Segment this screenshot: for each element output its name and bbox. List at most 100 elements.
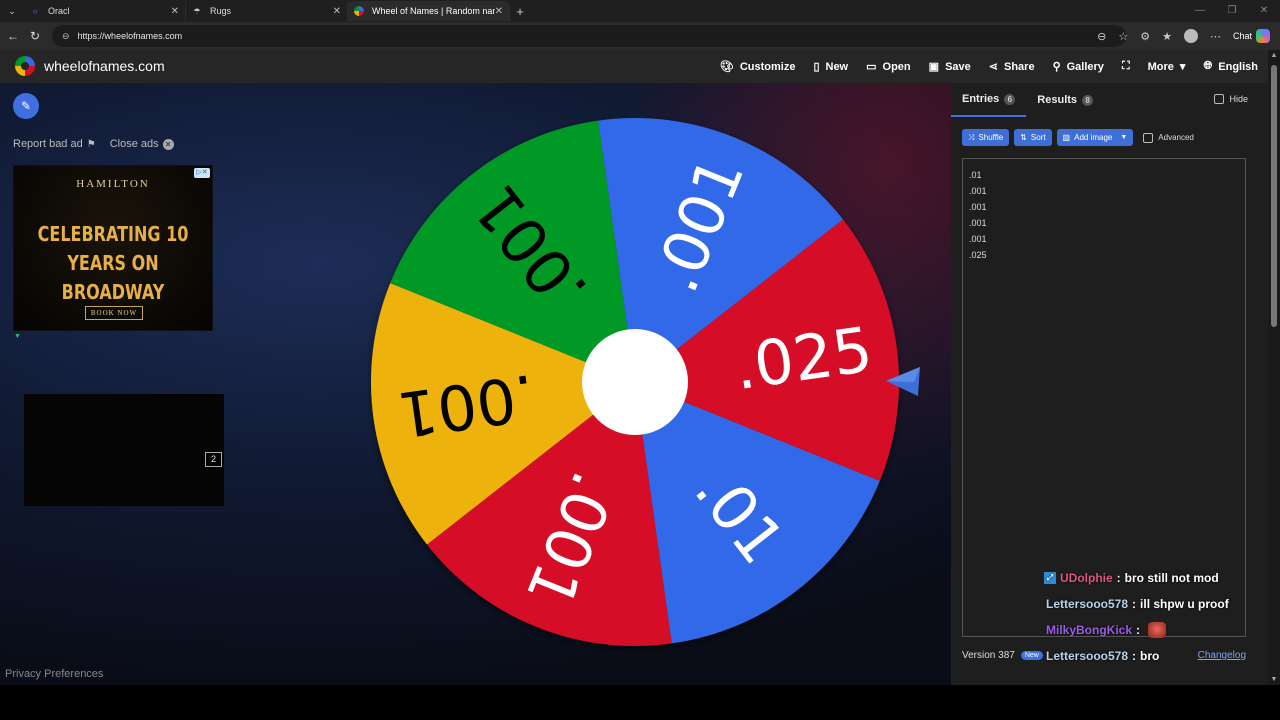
- chat-text: bro still not mod: [1124, 571, 1219, 585]
- more-button[interactable]: More ▾: [1148, 60, 1186, 74]
- close-tab-icon[interactable]: ✕: [495, 6, 503, 17]
- favorites-icon[interactable]: ★: [1162, 30, 1172, 43]
- open-button[interactable]: ▭ Open: [866, 60, 911, 74]
- site-name[interactable]: wheelofnames.com: [44, 58, 165, 74]
- gallery-button[interactable]: ⚲ Gallery: [1052, 60, 1104, 74]
- back-arrow-icon[interactable]: ←: [2, 29, 24, 43]
- browser-tab-rugs[interactable]: ☂ Rugs ✕: [186, 1, 348, 21]
- checkbox-icon[interactable]: [1214, 94, 1225, 104]
- entry-line: .001: [969, 202, 987, 212]
- edit-pencil-button[interactable]: ✎: [13, 93, 39, 119]
- rugs-icon: ☂: [193, 6, 201, 16]
- wheel-icon: [354, 6, 364, 16]
- gallery-label: Gallery: [1066, 60, 1104, 73]
- language-label: English: [1218, 60, 1258, 73]
- url-field[interactable]: ⊖ https://wheelofnames.com: [52, 25, 1126, 47]
- tab-results[interactable]: Results 8: [1026, 83, 1104, 117]
- close-window-icon[interactable]: ✕: [1248, 0, 1280, 22]
- reload-icon[interactable]: ↻: [24, 29, 46, 43]
- ad-headline-line-1: CELEBRATING 10: [37, 222, 189, 246]
- chat-username: MilkyBongKick: [1046, 623, 1133, 637]
- tab-entries[interactable]: Entries 6: [951, 83, 1027, 117]
- chat-message: Lettersooo578 : ill shpw u proof: [1040, 591, 1280, 617]
- close-ads-link[interactable]: Close ads ✕: [110, 138, 174, 150]
- entry-line: .001: [969, 218, 987, 228]
- more-dots-icon[interactable]: ⋯: [1210, 30, 1221, 43]
- language-button[interactable]: 🌐︎ English: [1203, 60, 1258, 73]
- chat-separator: :: [1132, 597, 1137, 611]
- tab-list-chevron-icon[interactable]: ⌄: [0, 6, 24, 17]
- address-bar-row: ← ↻ ⊖ https://wheelofnames.com: [0, 22, 1280, 50]
- entry-line: .001: [969, 186, 987, 196]
- close-tab-icon[interactable]: ✕: [171, 6, 179, 17]
- scrollbar-thumb[interactable]: [1271, 65, 1277, 327]
- browser-tab-oracle[interactable]: ○ Oracl ✕: [24, 1, 186, 21]
- browser-tab-wheel[interactable]: Wheel of Names | Random name ✕: [348, 1, 510, 21]
- save-button[interactable]: ▣ Save: [929, 60, 971, 74]
- chat-username: Lettersooo578: [1046, 597, 1129, 611]
- pencil-icon: ✎: [20, 99, 32, 113]
- shuffle-button[interactable]: ⤨ Shuffle: [962, 129, 1010, 146]
- wheel-center-hub[interactable]: [582, 329, 688, 435]
- favorite-star-icon[interactable]: ☆: [1118, 30, 1128, 43]
- restore-icon[interactable]: ❐: [1216, 0, 1248, 22]
- chat-message: MilkyBongKick :: [1040, 617, 1280, 643]
- extensions-icon[interactable]: ⚙: [1140, 30, 1150, 43]
- scroll-up-icon[interactable]: ▲: [1268, 52, 1280, 59]
- flag-icon: ⚑: [86, 138, 96, 150]
- chat-label: Chat: [1232, 31, 1252, 41]
- video-ad[interactable]: 2: [24, 394, 224, 506]
- ad-info-icon[interactable]: ▼: [14, 333, 21, 340]
- shuffle-label: Shuffle: [978, 133, 1004, 142]
- wheel-svg[interactable]: .01.001.001.001.001.025: [368, 115, 904, 651]
- sort-button[interactable]: ⇅ Sort: [1014, 129, 1052, 146]
- close-tab-icon[interactable]: ✕: [333, 6, 341, 17]
- stream-chat-overlay: ⤢ UDolphie : bro still not mod Lettersoo…: [1040, 565, 1280, 669]
- site-info-icon[interactable]: ⊖: [62, 31, 70, 42]
- chat-text: bro: [1140, 649, 1160, 663]
- wheel-logo-icon[interactable]: [15, 56, 35, 76]
- browser-toolbar-right: ⊖ ☆ ⚙ ★ ⋯ Chat: [1097, 22, 1270, 50]
- add-image-label: Add image: [1074, 133, 1113, 142]
- sort-icon: ⇅: [1020, 133, 1027, 142]
- top-menu: 🎨︎ Customize ▯ New ▭ Open ▣ Save ⋖ Share ⚲ Gal…: [720, 50, 1258, 83]
- customize-button[interactable]: 🎨︎ Customize: [719, 60, 796, 74]
- hide-checkbox[interactable]: Hide: [1214, 94, 1248, 104]
- palette-icon: 🎨︎: [719, 61, 734, 73]
- fullscreen-button[interactable]: ⛶: [1122, 60, 1130, 73]
- search-icon: ⚲: [1052, 61, 1061, 73]
- caret-down-icon: ▼: [1120, 134, 1128, 141]
- url-text: https://wheelofnames.com: [77, 31, 183, 41]
- fullscreen-icon: ⛶: [1121, 60, 1130, 72]
- bottom-bar: [0, 685, 1280, 720]
- adchoices-icon[interactable]: ▷✕: [194, 168, 210, 178]
- privacy-preferences-link[interactable]: Privacy Preferences: [5, 668, 103, 680]
- minimize-icon[interactable]: —: [1184, 0, 1216, 22]
- report-bad-ad-link[interactable]: Report bad ad ⚑: [13, 138, 96, 150]
- ad-headline-line-2: YEARS ON BROADWAY: [61, 251, 165, 304]
- oracle-icon: ○: [32, 6, 38, 16]
- new-tab-plus-icon[interactable]: +: [510, 4, 530, 19]
- share-button[interactable]: ⋖ Share: [989, 60, 1035, 74]
- new-button[interactable]: ▯ New: [813, 60, 848, 74]
- ad-book-now-button[interactable]: BOOK NOW: [85, 306, 143, 320]
- copilot-chat-button[interactable]: Chat: [1233, 29, 1270, 43]
- tracking-icon[interactable]: ⊖: [1097, 30, 1106, 43]
- add-image-button[interactable]: ▨ Add image ▼: [1056, 129, 1134, 146]
- advanced-checkbox[interactable]: Advanced: [1143, 132, 1194, 143]
- entry-line: .001: [969, 234, 987, 244]
- chat-separator: :: [1132, 649, 1137, 663]
- chat-username: UDolphie: [1060, 571, 1113, 585]
- entry-line: .025: [969, 250, 987, 260]
- wheel[interactable]: .01.001.001.001.001.025: [368, 115, 904, 651]
- entries-toolbar: ⤨ Shuffle ⇅ Sort ▨ Add image ▼ Advanced: [962, 129, 1194, 146]
- checkbox-icon[interactable]: [1143, 132, 1154, 143]
- scroll-down-icon[interactable]: ▼: [1268, 676, 1280, 683]
- customize-label: Customize: [739, 60, 796, 73]
- browser-tab-bar: ⌄ ○ Oracl ✕ ☂ Rugs ✕ Wheel of Names | Ra…: [0, 0, 1280, 22]
- page-scrollbar[interactable]: ▲ ▼: [1268, 50, 1280, 685]
- ad-page-indicator[interactable]: 2: [205, 452, 222, 467]
- hamilton-ad[interactable]: ▷✕ HAMILTON CELEBRATING 10 YEARS ON BROA…: [13, 165, 213, 331]
- caret-down-icon: ▾: [1179, 61, 1186, 73]
- profile-avatar[interactable]: [1183, 29, 1198, 43]
